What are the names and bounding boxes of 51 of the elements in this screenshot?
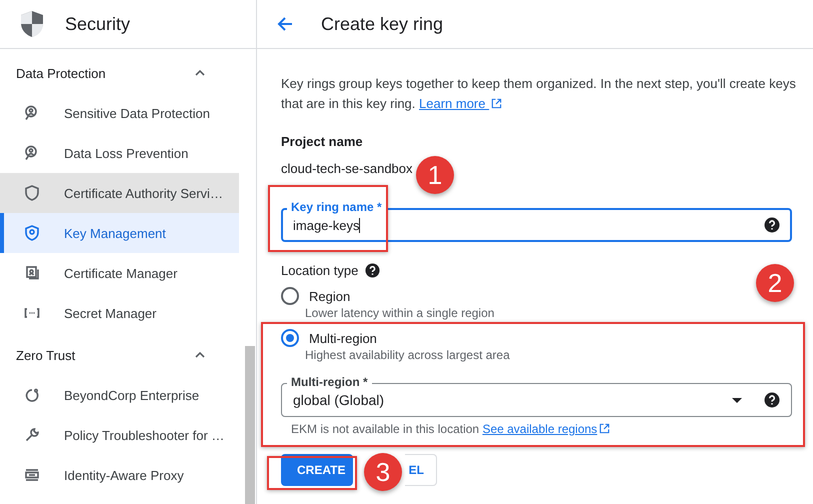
radio-button[interactable] <box>281 287 299 305</box>
option-label: Region <box>309 288 350 304</box>
create-button[interactable]: CREATE <box>281 454 353 486</box>
step-number-badge: 1 <box>416 156 454 194</box>
external-link-icon <box>491 98 502 109</box>
sidebar-item[interactable]: Data Loss Prevention <box>0 133 239 173</box>
dropdown-arrow-icon <box>732 398 742 402</box>
step-number-badge: 2 <box>756 264 794 302</box>
scrollbar[interactable] <box>245 346 255 504</box>
help-icon[interactable] <box>764 217 780 233</box>
step-number-badge: 3 <box>364 453 402 491</box>
available-regions-link[interactable]: See available regions <box>482 422 610 436</box>
help-icon[interactable] <box>365 263 380 278</box>
external-link-icon <box>599 423 610 434</box>
hint-text: EKM is not available in this location See available regions <box>291 422 796 436</box>
location-type-label: Location type <box>281 263 358 278</box>
option-label: Multi-region <box>309 330 377 346</box>
magnifier-person-icon <box>24 145 40 161</box>
chevron-icon <box>195 70 205 76</box>
sidebar-item[interactable]: Secret Manager <box>0 293 239 333</box>
product-title: Security <box>65 14 130 34</box>
intro-text: Key rings group keys together to keep them organized. In the next step, you'll create keys that are in this key ring. Learn more <box>281 75 796 113</box>
chevron-icon <box>195 352 205 358</box>
sidebar-item[interactable]: Certificate Manager <box>0 253 239 293</box>
back-arrow-icon[interactable] <box>277 16 293 32</box>
multi-region-select[interactable]: Multi-region * global (Global) <box>281 375 792 417</box>
sidebar-item[interactable]: Policy Troubleshooter for … <box>0 415 239 455</box>
radio-button[interactable] <box>281 329 299 347</box>
project-value: cloud-tech-se-sandbox <box>281 161 413 176</box>
brackets-icon <box>24 305 40 321</box>
sidebar-item[interactable]: BeyondCorp Enterprise <box>0 375 239 415</box>
option-description: Lower latency within a single region <box>305 306 496 320</box>
option-description: Highest availability across largest area <box>305 348 511 362</box>
shield-icon <box>24 225 40 241</box>
cancel-button[interactable]: EL <box>405 454 437 486</box>
page-title: Create key ring <box>321 14 444 34</box>
section-header[interactable]: Zero Trust <box>0 335 239 375</box>
sidebar-item[interactable]: Identity-Aware Proxy <box>0 455 239 495</box>
help-icon[interactable] <box>764 392 780 408</box>
project-label: Project name <box>281 134 364 149</box>
learn-more-link[interactable]: Learn more <box>419 96 502 111</box>
sidebar-item[interactable]: Sensitive Data Protection <box>0 93 239 133</box>
section-header[interactable]: Data Protection <box>0 53 239 93</box>
certificate-icon <box>24 265 40 281</box>
wrench-icon <box>24 427 40 443</box>
sidebar-item[interactable]: Key Management <box>0 213 239 253</box>
shield-icon <box>24 185 40 201</box>
magnifier-person-icon <box>24 105 40 121</box>
sidebar-item[interactable]: Certificate Authority Servi… <box>0 173 239 213</box>
shield-logo-icon <box>20 10 44 38</box>
key-ring-name-field[interactable]: Key ring name * image-keys <box>281 200 792 242</box>
